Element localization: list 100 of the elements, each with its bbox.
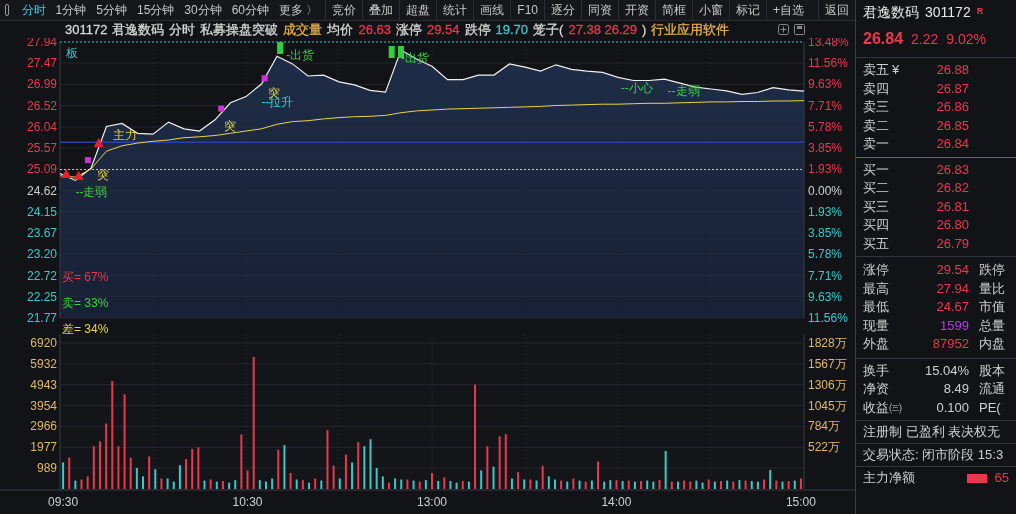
toolbar-button[interactable]: 同资 xyxy=(581,0,618,20)
info-text: 笼子( xyxy=(533,20,564,39)
window-icon[interactable] xyxy=(794,24,805,35)
time-label: 14:00 xyxy=(601,495,632,509)
flag-marker xyxy=(277,42,284,54)
order-label: 买四 xyxy=(863,217,889,232)
info-text: 27.38 26.29 xyxy=(568,20,638,39)
stat-label: 内盘 xyxy=(979,335,1006,353)
ratio-text: 买= 67% xyxy=(62,269,109,284)
axis-label: 11.56% xyxy=(808,311,848,325)
triangle-marker xyxy=(93,138,104,148)
chart-annotation: 突 xyxy=(224,119,237,134)
axis-label: 1567万 xyxy=(808,356,847,371)
stat-label: 市值 xyxy=(979,298,1006,316)
info-text: 19.70 xyxy=(495,20,529,39)
toolbar-button[interactable]: 标记 xyxy=(729,0,766,20)
toolbar-button[interactable]: F10 xyxy=(510,0,544,20)
trade-status: 交易状态: 闭市阶段 15:3 xyxy=(862,446,1005,464)
info-text: 均价 xyxy=(327,20,354,39)
toolbar-button[interactable]: +自选 xyxy=(766,0,810,20)
toolbar-button[interactable]: 返回 xyxy=(818,0,855,20)
axis-label: 5932 xyxy=(30,356,57,371)
toolbar-button[interactable]: 开资 xyxy=(618,0,655,20)
period-tab[interactable]: 1分钟 xyxy=(50,0,92,20)
axis-label: 22.25 xyxy=(26,289,57,304)
flag-marker xyxy=(398,46,404,59)
axis-label: 0.00% xyxy=(808,183,843,198)
order-price: 26.87 xyxy=(935,79,969,98)
axis-label: 24.62 xyxy=(26,183,57,198)
axis-label: 1977 xyxy=(30,440,57,455)
toolbar-button[interactable]: 统计 xyxy=(436,0,474,20)
axis-label: 1.93% xyxy=(808,204,843,219)
axis-label: 26.52 xyxy=(26,98,57,113)
period-tab[interactable]: 15分钟 xyxy=(131,0,180,20)
chart-annotation: 板 xyxy=(66,45,79,60)
axis-label: 23.20 xyxy=(26,247,57,262)
info-text: 分时 xyxy=(169,20,196,39)
axis-label: 26.99 xyxy=(26,77,57,92)
order-label: 卖五 xyxy=(863,62,889,77)
order-label: 买二 xyxy=(863,180,889,195)
axis-label: 13.48% xyxy=(808,38,849,49)
order-label: 买三 xyxy=(863,198,889,214)
order-price: 26.81 xyxy=(935,197,969,216)
period-tab[interactable]: 60分钟 xyxy=(226,0,275,20)
time-label: 13:00 xyxy=(417,495,447,509)
toolbar-button[interactable]: 简框 xyxy=(655,0,692,20)
axis-label: 2966 xyxy=(30,419,57,434)
info-text: 私募操盘突破 xyxy=(200,20,279,39)
toolbar-button[interactable]: 画线 xyxy=(473,0,511,20)
axis-label: 1828万 xyxy=(808,336,847,350)
order-label: 卖四 xyxy=(863,80,889,96)
period-tab[interactable]: 5分钟 xyxy=(91,0,132,20)
period-tab[interactable]: 30分钟 xyxy=(179,0,227,20)
axis-label: 26.04 xyxy=(26,120,57,134)
stat-value: 1599 xyxy=(939,316,969,335)
order-label: 买五 xyxy=(863,235,889,251)
toolbar-button[interactable]: 小窗 xyxy=(692,0,729,20)
stat-value: 8.49 xyxy=(942,380,969,398)
toolbar-button[interactable]: 竞价 xyxy=(325,0,363,20)
stat-value: 27.94 xyxy=(935,279,969,298)
axis-label: 4943 xyxy=(30,377,57,392)
chart-annotation: 突 xyxy=(97,167,110,182)
info-text: 跌停 xyxy=(464,20,491,39)
order-price: 26.80 xyxy=(935,216,969,234)
period-tab[interactable]: 分时 xyxy=(16,0,51,20)
axis-label: 5.78% xyxy=(808,247,843,262)
stat-label: 最低 xyxy=(863,298,890,316)
info-text: ) xyxy=(642,20,647,39)
stat-value: 87952 xyxy=(931,335,969,353)
axis-label: 1306万 xyxy=(808,377,847,392)
axis-label: 11.56% xyxy=(808,56,848,70)
toolbar-button[interactable]: 叠加 xyxy=(362,0,400,20)
net-value: 65 xyxy=(994,469,1009,487)
period-tab[interactable]: 更多 〉 xyxy=(274,0,324,20)
order-price: 26.88 xyxy=(935,61,969,79)
order-price: 26.84 xyxy=(935,135,969,153)
axis-label: 1.93% xyxy=(808,162,843,177)
stat-label: 换手 xyxy=(863,361,890,380)
info-text: 行业应用软件 xyxy=(651,20,730,39)
chart-annotation: 主力 xyxy=(112,128,137,143)
axis-label: 25.09 xyxy=(26,162,57,177)
menu-icon[interactable] xyxy=(5,4,9,16)
axis-label: 21.77 xyxy=(26,311,57,325)
ratio-text: 卖= 33% xyxy=(62,295,109,310)
toolbar-button[interactable]: 超盘 xyxy=(399,0,437,20)
stat-label: 量比 xyxy=(979,279,1006,298)
axis-label: 25.57 xyxy=(26,141,57,155)
time-label: 10:30 xyxy=(232,495,263,509)
stat-value: 24.67 xyxy=(935,298,969,316)
add-icon[interactable] xyxy=(778,24,789,35)
chart-annotation: -出货 xyxy=(286,48,315,63)
stat-label: 总量 xyxy=(979,316,1006,335)
stock-tags: 注册制 已盈利 表决权无 xyxy=(856,421,1016,443)
toolbar-button[interactable]: 逐分 xyxy=(544,0,581,20)
order-label: 卖一 xyxy=(863,136,889,151)
axis-label: 989 xyxy=(36,461,57,476)
info-text: 君逸数码 xyxy=(112,20,165,39)
chart-annotation: --走弱 xyxy=(667,83,700,98)
stat-label: 现量 xyxy=(863,316,890,335)
price-change: 2.22 xyxy=(911,30,939,49)
